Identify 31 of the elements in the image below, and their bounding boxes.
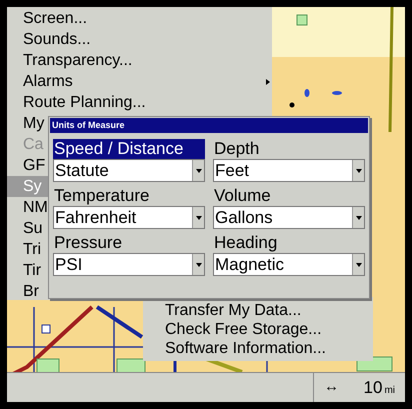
- scale-value: 10: [364, 376, 382, 399]
- dropdown-caret-icon: [352, 254, 364, 275]
- dropdown-caret-icon: [352, 160, 364, 181]
- dropdown-field[interactable]: PSI: [53, 253, 205, 276]
- menu-item[interactable]: Transparency...: [7, 50, 272, 71]
- field-label: Pressure: [53, 233, 124, 253]
- submenu-arrow-icon: [266, 79, 270, 85]
- dropdown-caret-icon: [192, 254, 204, 275]
- field-label: Heading: [213, 233, 278, 253]
- dropdown-field[interactable]: Gallons: [213, 206, 365, 229]
- scale-unit: mi: [384, 384, 395, 398]
- dropdown-field[interactable]: Magnetic: [213, 253, 365, 276]
- dropdown-field[interactable]: Fahrenheit: [53, 206, 205, 229]
- dialog-title: Units of Measure: [50, 118, 368, 133]
- field-label: Temperature: [53, 186, 150, 206]
- dropdown-caret-icon: [192, 160, 204, 181]
- submenu-item[interactable]: Transfer My Data...: [143, 301, 373, 320]
- dropdown-caret-icon: [192, 207, 204, 228]
- menu-item[interactable]: Route Planning...: [7, 92, 272, 113]
- dropdown-caret-icon: [352, 207, 364, 228]
- field-label: Speed / Distance: [53, 139, 205, 159]
- scale-symbol: ↔: [324, 377, 339, 398]
- menu-item[interactable]: Sounds...: [7, 29, 272, 50]
- dropdown-field[interactable]: Feet: [213, 159, 365, 182]
- field-label: Depth: [213, 139, 260, 159]
- submenu-item[interactable]: Check Free Storage...: [143, 320, 373, 339]
- menu-item[interactable]: Screen...: [7, 8, 272, 29]
- dropdown-field[interactable]: Statute: [53, 159, 205, 182]
- menu-item[interactable]: Alarms: [7, 71, 272, 92]
- field-label: Volume: [213, 186, 272, 206]
- submenu-item[interactable]: Software Information...: [143, 339, 373, 358]
